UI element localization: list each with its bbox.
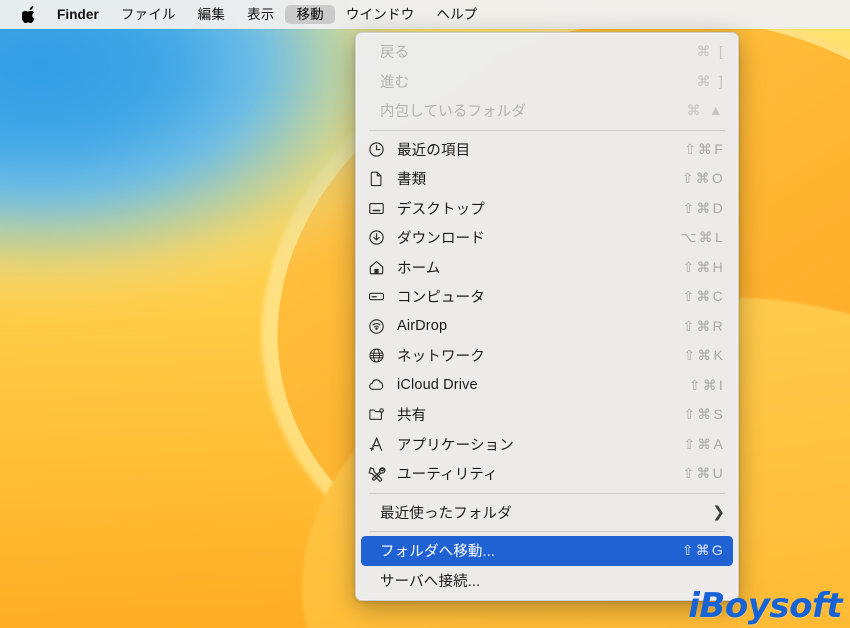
menu-item-network[interactable]: ネットワーク ⇧⌘K — [356, 341, 738, 371]
menu-separator-2 — [369, 492, 725, 494]
menubar-item-window[interactable]: ウインドウ — [335, 5, 426, 25]
menu-item-recents-label: 最近の項目 — [397, 142, 471, 159]
menu-item-applications-shortcut: ⇧⌘A — [683, 435, 725, 452]
menu-item-applications[interactable]: アプリケーション ⇧⌘A — [356, 430, 738, 460]
menu-item-forward-shortcut: ⌘ ] — [696, 72, 725, 89]
menu-item-go-to-folder-label: フォルダへ移動... — [380, 544, 496, 561]
menu-bar: Finder ファイル 編集 表示 移動 ウインドウ ヘルプ — [0, 0, 850, 29]
airdrop-icon — [368, 318, 392, 335]
menu-item-forward-label: 進む — [380, 74, 410, 91]
menu-item-home[interactable]: ホーム ⇧⌘H — [356, 253, 738, 283]
shared-folder-icon — [368, 406, 392, 423]
menubar-item-view[interactable]: 表示 — [236, 5, 285, 25]
menu-item-desktop-shortcut: ⇧⌘D — [682, 199, 725, 216]
computer-icon — [368, 288, 392, 305]
menu-item-airdrop-label: AirDrop — [397, 318, 448, 335]
menu-item-computer-label: コンピュータ — [397, 290, 485, 307]
menu-item-icloud-drive-shortcut: ⇧⌘I — [688, 376, 725, 393]
menu-item-applications-label: アプリケーション — [397, 437, 514, 454]
menu-item-desktop[interactable]: デスクトップ ⇧⌘D — [356, 194, 738, 224]
desktop-screen: Finder ファイル 編集 表示 移動 ウインドウ ヘルプ 戻る ⌘ [ 進む… — [0, 0, 850, 628]
menu-item-utilities[interactable]: ユーティリティ ⇧⌘U — [356, 459, 738, 489]
menu-item-shared[interactable]: 共有 ⇧⌘S — [356, 400, 738, 430]
menu-item-back[interactable]: 戻る ⌘ [ — [356, 37, 738, 67]
menu-item-documents-label: 書類 — [397, 172, 427, 189]
menu-item-downloads[interactable]: ダウンロード ⌥⌘L — [356, 223, 738, 253]
menu-item-recents[interactable]: 最近の項目 ⇧⌘F — [356, 135, 738, 165]
menu-item-icloud-drive-label: iCloud Drive — [397, 377, 478, 394]
menu-item-documents-shortcut: ⇧⌘O — [681, 170, 725, 187]
menubar-item-edit[interactable]: 編集 — [187, 5, 236, 25]
menu-item-downloads-label: ダウンロード — [397, 231, 485, 248]
menu-item-shared-shortcut: ⇧⌘S — [683, 406, 725, 423]
desktop-icon — [368, 200, 392, 217]
apple-menu-button[interactable] — [16, 6, 46, 23]
menubar-item-finder[interactable]: Finder — [46, 5, 110, 25]
menu-item-forward[interactable]: 進む ⌘ ] — [356, 67, 738, 97]
document-icon — [368, 170, 392, 187]
menu-item-go-to-folder-shortcut: ⇧⌘G — [681, 542, 725, 559]
home-icon — [368, 259, 392, 276]
menu-item-shared-label: 共有 — [397, 408, 427, 425]
utilities-icon — [368, 465, 392, 482]
menu-item-enclosing-folder[interactable]: 内包しているフォルダ ⌘ ▲ — [356, 96, 738, 126]
menu-item-back-label: 戻る — [380, 45, 410, 62]
menu-separator-1 — [369, 129, 725, 131]
menu-item-connect-to-server-label: サーバへ接続... — [380, 573, 481, 590]
menu-item-documents[interactable]: 書類 ⇧⌘O — [356, 164, 738, 194]
iboysoft-watermark: iBoysoft — [688, 586, 842, 626]
menu-item-network-label: ネットワーク — [397, 349, 485, 366]
cloud-icon — [368, 377, 392, 394]
menu-item-computer[interactable]: コンピュータ ⇧⌘C — [356, 282, 738, 312]
menu-item-home-label: ホーム — [397, 260, 441, 277]
menu-item-airdrop[interactable]: AirDrop ⇧⌘R — [356, 312, 738, 342]
menu-item-desktop-label: デスクトップ — [397, 201, 485, 218]
clock-icon — [368, 141, 392, 158]
menu-separator-3 — [369, 531, 725, 532]
network-globe-icon — [368, 347, 392, 364]
menu-item-recents-shortcut: ⇧⌘F — [684, 140, 725, 157]
menu-item-airdrop-shortcut: ⇧⌘R — [682, 317, 725, 334]
menu-item-recent-folders[interactable]: 最近使ったフォルダ ❯ — [356, 498, 738, 528]
menu-item-icloud-drive[interactable]: iCloud Drive ⇧⌘I — [356, 371, 738, 401]
menu-item-recent-folders-label: 最近使ったフォルダ — [380, 505, 512, 522]
menu-item-utilities-label: ユーティリティ — [397, 467, 498, 484]
menu-item-back-shortcut: ⌘ [ — [696, 43, 725, 60]
menubar-item-file[interactable]: ファイル — [110, 5, 187, 25]
applications-icon — [368, 436, 392, 453]
menu-item-utilities-shortcut: ⇧⌘U — [682, 465, 725, 482]
menu-item-enclosing-folder-shortcut: ⌘ ▲ — [686, 102, 725, 119]
download-icon — [368, 229, 392, 246]
menu-item-go-to-folder[interactable]: フォルダへ移動... ⇧⌘G — [361, 536, 733, 566]
menu-item-connect-to-server[interactable]: サーバへ接続... — [356, 566, 738, 596]
go-menu-dropdown: 戻る ⌘ [ 進む ⌘ ] 内包しているフォルダ ⌘ ▲ 最近の項目 ⇧⌘F 書… — [355, 32, 739, 601]
menubar-item-help[interactable]: ヘルプ — [425, 5, 488, 25]
chevron-right-icon: ❯ — [712, 503, 725, 521]
menubar-item-go[interactable]: 移動 — [285, 4, 335, 25]
menu-item-home-shortcut: ⇧⌘H — [682, 258, 725, 275]
menu-item-enclosing-folder-label: 内包しているフォルダ — [380, 104, 527, 121]
menu-item-network-shortcut: ⇧⌘K — [683, 347, 725, 364]
apple-logo-icon — [22, 6, 35, 23]
menu-item-downloads-shortcut: ⌥⌘L — [680, 229, 725, 246]
menu-item-computer-shortcut: ⇧⌘C — [682, 288, 725, 305]
